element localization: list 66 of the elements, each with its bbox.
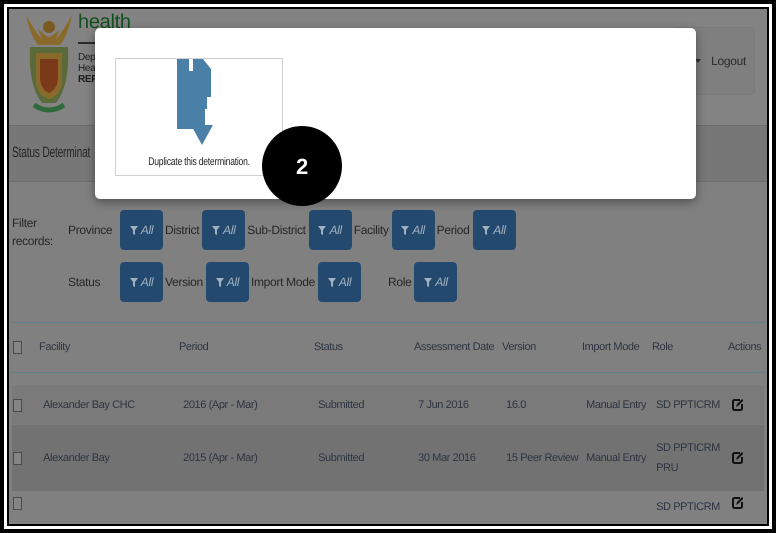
filter-button[interactable]: All: [120, 262, 163, 302]
filter-icon: [401, 226, 410, 234]
edit-icon[interactable]: [732, 399, 744, 411]
table-cell: 2015 (Apr - Mar): [183, 452, 258, 464]
checkbox[interactable]: [13, 452, 22, 464]
filter-name: Period: [436, 222, 471, 239]
card-caption: Duplicate this determination.: [148, 155, 250, 170]
filter-icon: [318, 226, 326, 234]
edit-icon[interactable]: [732, 497, 744, 509]
filter-button[interactable]: All: [202, 210, 246, 250]
table-cell: Manual Entry: [586, 452, 646, 464]
filter-name: District: [165, 222, 200, 239]
table-cell: 16.0: [506, 399, 526, 411]
filter-icon: [328, 278, 336, 286]
brand-name: health: [78, 10, 131, 34]
table-cell: Alexander Bay: [43, 452, 110, 464]
filter-button[interactable]: All: [318, 262, 361, 302]
filter-button[interactable]: All: [308, 210, 352, 250]
column-header: Status: [314, 340, 344, 356]
filter-name: Status: [68, 274, 102, 291]
filter-name: Import Mode: [250, 274, 316, 291]
column-header: Period: [179, 340, 210, 356]
department-text: Hea: [78, 63, 96, 74]
edit-icon[interactable]: [732, 452, 744, 464]
table-cell: Submitted: [318, 452, 364, 464]
column-header: Assessment Date: [414, 340, 496, 356]
checkbox[interactable]: [13, 497, 22, 510]
checkbox[interactable]: [13, 398, 22, 412]
filter-icon: [130, 278, 138, 286]
filter-icon: [216, 278, 224, 286]
filter-label: Filter records:: [12, 215, 52, 250]
filter-name: Facility: [354, 222, 390, 239]
table-cell: SD PPTICRM PRU: [656, 442, 720, 474]
column-header: Facility: [39, 340, 72, 356]
filter-button[interactable]: All: [414, 262, 458, 302]
column-header: Version: [502, 340, 537, 356]
table-cell: Manual Entry: [586, 399, 646, 411]
filter-name: Role: [388, 274, 412, 291]
checkbox[interactable]: [13, 341, 22, 354]
filter-button[interactable]: All: [120, 210, 163, 250]
page-title: Status Determinat: [12, 143, 90, 164]
table-cell: SD PPTICRM: [656, 399, 720, 411]
table-cell: 2016 (Apr - Mar): [183, 399, 258, 411]
column-header: Actions: [728, 340, 762, 356]
filter-button[interactable]: All: [206, 262, 249, 302]
filter-icon: [482, 226, 490, 234]
filter-name: Version: [165, 274, 204, 291]
filter-name: Sub-District: [247, 222, 307, 239]
table-cell: 30 Mar 2016: [418, 452, 476, 464]
filter-name: Province: [68, 222, 114, 239]
table-cell: Submitted: [318, 399, 364, 411]
duplicate-card[interactable]: Duplicate this determination.: [115, 58, 283, 176]
table-cell: SD PPTICRM: [656, 501, 720, 513]
table-cell: 15 Peer Review: [506, 452, 578, 464]
column-header: Role: [652, 340, 674, 356]
department-text: Dep: [78, 52, 96, 63]
table-cell: Alexander Bay CHC: [43, 399, 135, 411]
filter-button[interactable]: All: [392, 210, 435, 250]
table-cell: 7 Jun 2016: [418, 399, 469, 411]
column-header: Import Mode: [582, 340, 640, 356]
filter-button[interactable]: All: [472, 210, 516, 250]
logout-link[interactable]: Logout: [711, 52, 746, 70]
filter-icon: [212, 226, 220, 234]
caret-icon[interactable]: [695, 59, 702, 63]
filter-icon: [424, 278, 432, 286]
filter-icon: [130, 226, 138, 234]
